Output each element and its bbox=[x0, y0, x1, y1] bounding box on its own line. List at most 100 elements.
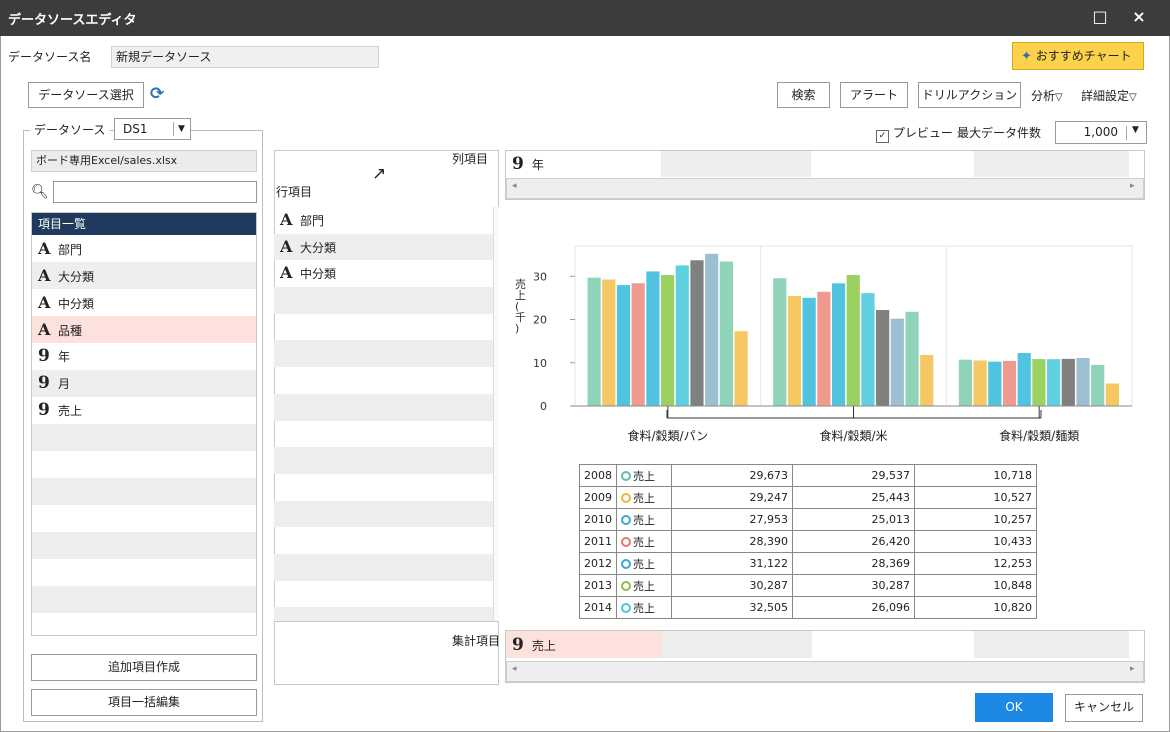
row-field[interactable]: A 大分類 bbox=[274, 233, 493, 261]
value-cell: 26,420 bbox=[792, 530, 915, 553]
preview-toggle[interactable]: ✓ プレビュー bbox=[876, 125, 953, 143]
empty-row bbox=[274, 607, 493, 621]
preview-checkbox[interactable]: ✓ bbox=[876, 130, 889, 143]
bar bbox=[690, 260, 704, 406]
value-cell: 28,390 bbox=[671, 530, 793, 553]
swap-axes-icon[interactable]: ↗ bbox=[372, 164, 386, 184]
bar bbox=[973, 360, 987, 406]
empty-row bbox=[274, 581, 493, 608]
empty-row bbox=[32, 505, 256, 532]
detail-settings-menu[interactable]: 詳細設定▽ bbox=[1081, 87, 1137, 104]
measure-cell: 売上 bbox=[616, 530, 672, 553]
field-item[interactable]: A 中分類 bbox=[32, 289, 256, 316]
field-item-label: 月 bbox=[58, 377, 71, 391]
search-button[interactable]: 検索 bbox=[777, 82, 830, 108]
row-field[interactable]: A 中分類 bbox=[274, 260, 493, 287]
column-scrollbar[interactable] bbox=[506, 178, 1144, 199]
bar bbox=[773, 278, 787, 406]
series-marker-icon bbox=[621, 470, 631, 481]
recommended-chart-button[interactable]: ✦ おすすめチャート bbox=[1012, 42, 1144, 70]
table-row: 2009 売上 29,247 25,443 10,527 bbox=[579, 486, 1037, 509]
item-search-input[interactable] bbox=[53, 181, 257, 203]
close-button[interactable]: × bbox=[1128, 8, 1150, 28]
category-label: 食料/穀類/麺類 bbox=[999, 428, 1079, 443]
value-cell: 30,287 bbox=[671, 574, 793, 597]
datasource-select-button[interactable]: データソース選択 bbox=[28, 82, 144, 108]
drill-action-button[interactable]: ドリルアクション bbox=[918, 82, 1021, 108]
field-item-label: 売上 bbox=[58, 404, 83, 418]
bar-chart: 0 10 20 30 売上(千) 食料/穀類/パン 食料/穀類/米 食料/穀類/麺類 bbox=[515, 245, 1133, 443]
scroll-right-icon[interactable]: ▸ bbox=[1130, 181, 1135, 191]
item-list-header: 項目一覧 bbox=[32, 213, 256, 235]
bar bbox=[787, 295, 802, 406]
cancel-button[interactable]: キャンセル bbox=[1065, 694, 1143, 722]
bar bbox=[1105, 383, 1119, 406]
field-item[interactable]: 9 売上 bbox=[32, 397, 256, 424]
bar bbox=[675, 265, 689, 406]
bar bbox=[846, 275, 860, 406]
field-item[interactable]: 9月 bbox=[32, 370, 256, 397]
text-type-icon: A bbox=[280, 210, 293, 229]
datasource-dropdown[interactable]: DS1 ▼ bbox=[114, 118, 191, 140]
value-cell: 12,253 bbox=[914, 552, 1037, 575]
value-cell: 10,433 bbox=[914, 530, 1037, 553]
measure-scrollbar[interactable] bbox=[506, 661, 1144, 682]
value-cell: 29,673 bbox=[671, 464, 793, 487]
scroll-left-icon[interactable]: ◂ bbox=[512, 181, 517, 191]
empty-row bbox=[274, 367, 493, 394]
refresh-icon[interactable]: ⟳ bbox=[150, 84, 170, 104]
field-item[interactable]: 9年 bbox=[32, 343, 256, 370]
y-tick-label: 0 bbox=[540, 400, 547, 413]
table-row: 2014 売上 32,505 26,096 10,820 bbox=[579, 596, 1037, 619]
measure-cell-label: 売上 bbox=[633, 601, 655, 615]
empty-row bbox=[32, 424, 256, 451]
scroll-left-icon[interactable]: ◂ bbox=[512, 664, 517, 674]
bar bbox=[602, 279, 616, 406]
datasource-dropdown-value: DS1 bbox=[123, 122, 148, 136]
value-cell: 10,718 bbox=[914, 464, 1037, 487]
add-item-button[interactable]: 追加項目作成 bbox=[31, 654, 257, 681]
maximize-button[interactable]: □ bbox=[1089, 8, 1111, 28]
file-path: ボード専用Excel/sales.xlsx bbox=[31, 150, 257, 172]
bar bbox=[1032, 359, 1046, 406]
field-item-label: 中分類 bbox=[58, 297, 95, 311]
bar bbox=[988, 361, 1002, 406]
row-list-scrollbar[interactable] bbox=[493, 207, 499, 621]
row-field[interactable]: A 部門 bbox=[274, 207, 493, 234]
ok-button[interactable]: OK bbox=[975, 693, 1053, 722]
year-cell: 2011 bbox=[579, 530, 617, 553]
empty-row bbox=[32, 532, 256, 559]
bar bbox=[587, 277, 601, 406]
column-field[interactable]: 9 年 bbox=[512, 151, 544, 178]
value-cell: 25,013 bbox=[792, 508, 915, 531]
column-field-label: 年 bbox=[531, 158, 544, 172]
title-bar bbox=[0, 0, 1170, 36]
table-row: 2008 売上 29,673 29,537 10,718 bbox=[579, 464, 1037, 487]
item-list: 項目一覧 A 部門 A 大分類 A 中分類 A 品種 9 年 9 月 9 売上 bbox=[31, 212, 257, 636]
bulk-edit-button[interactable]: 項目一括編集 bbox=[31, 689, 257, 716]
value-cell: 28,369 bbox=[792, 552, 915, 575]
chevron-down-icon: ▼ bbox=[1132, 125, 1139, 135]
max-rows-select[interactable]: 1,000 ▼ bbox=[1055, 121, 1147, 144]
datasource-name-input[interactable]: 新規データソース bbox=[111, 46, 379, 68]
bar bbox=[1047, 359, 1061, 406]
analysis-menu[interactable]: 分析▽ bbox=[1031, 87, 1063, 104]
value-cell: 27,953 bbox=[671, 508, 793, 531]
alert-button[interactable]: アラート bbox=[840, 82, 908, 108]
measure-cell-label: 売上 bbox=[633, 469, 655, 483]
field-item[interactable]: A 部門 bbox=[32, 235, 256, 262]
value-cell: 10,257 bbox=[914, 508, 1037, 531]
bar bbox=[631, 283, 645, 406]
item-list-rows: A 部門 A 大分類 A 中分類 A 品種 9 年 9 月 9 売上 bbox=[32, 235, 256, 635]
measure-label-area bbox=[274, 621, 499, 685]
field-item-label: 年 bbox=[58, 350, 71, 364]
bar bbox=[646, 271, 660, 406]
recommended-chart-label: おすすめチャート bbox=[1035, 49, 1132, 63]
scroll-right-icon[interactable]: ▸ bbox=[1130, 664, 1135, 674]
column-slot bbox=[661, 151, 811, 177]
field-item[interactable]: A 大分類 bbox=[32, 262, 256, 289]
category-label: 食料/穀類/米 bbox=[819, 428, 887, 443]
field-item[interactable]: A 品種 bbox=[32, 316, 256, 343]
window-title: データソースエディタ bbox=[8, 13, 137, 28]
measure-field[interactable]: 9 売上 bbox=[512, 632, 556, 659]
